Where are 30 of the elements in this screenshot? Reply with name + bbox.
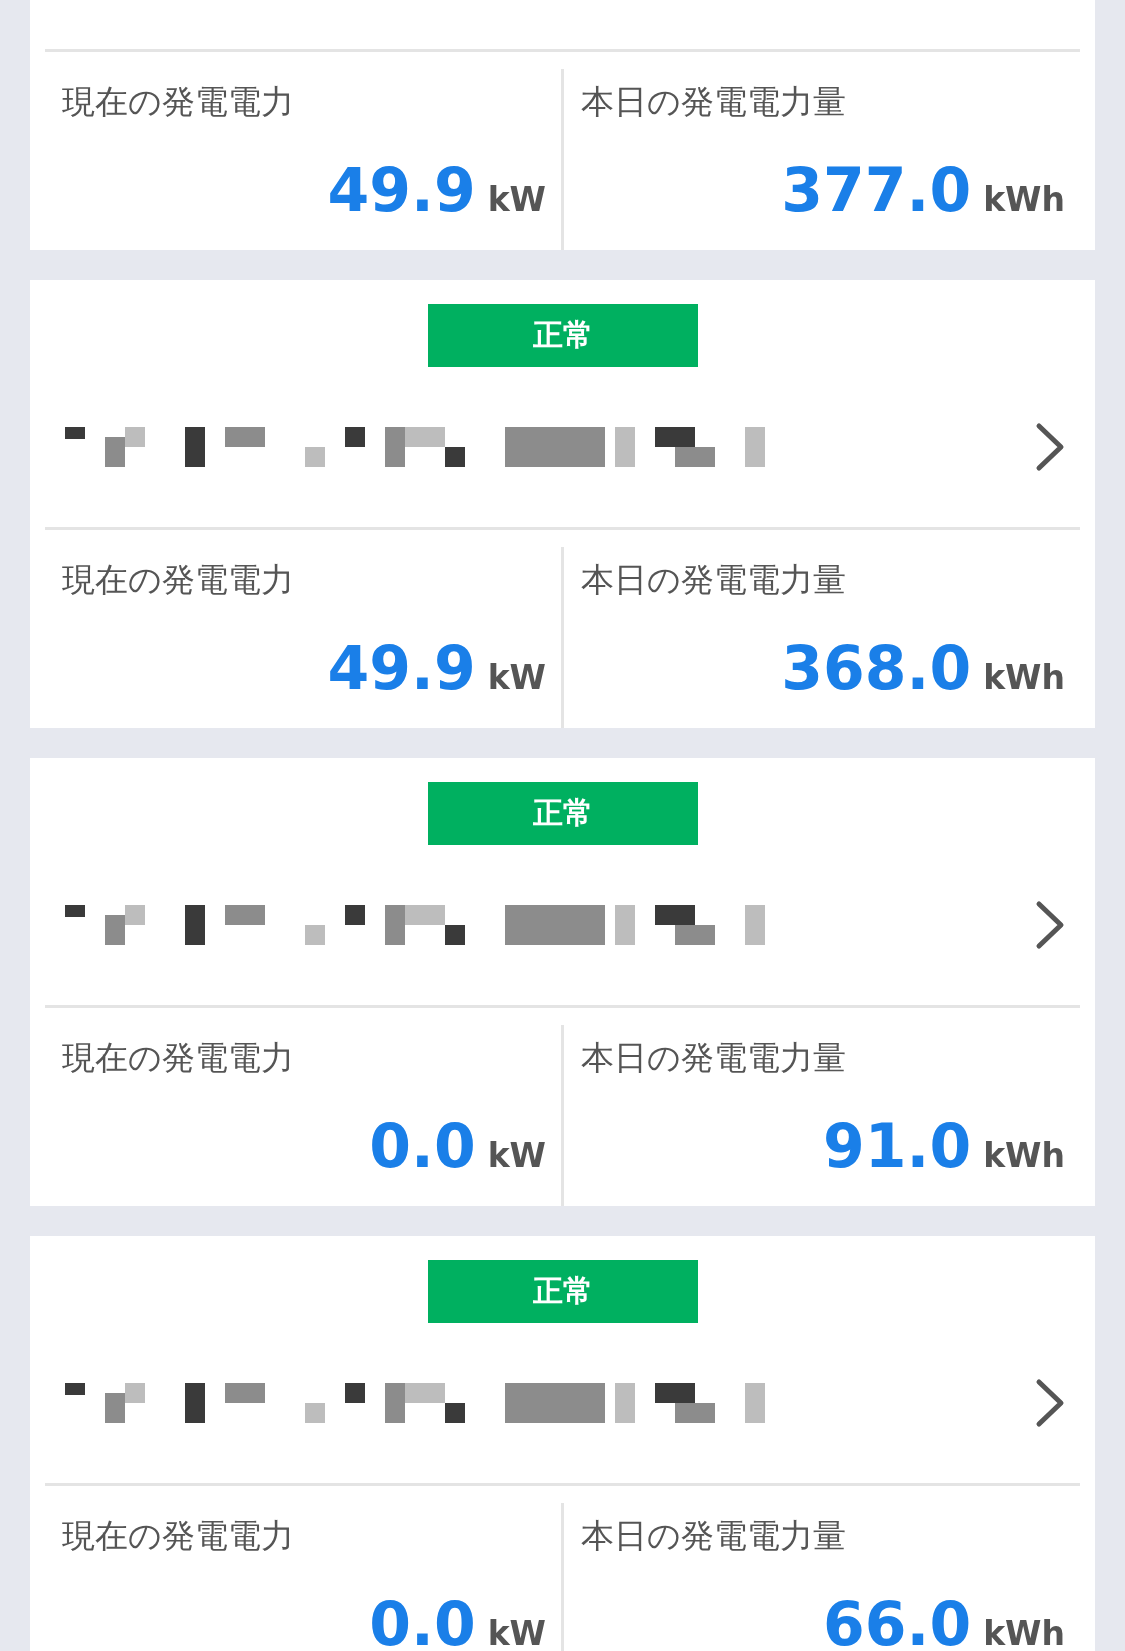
stat-label: 本日の発電電力量 bbox=[581, 559, 846, 601]
stat-value: 49.9 bbox=[327, 638, 476, 698]
stat-value: 0.0 bbox=[369, 1594, 476, 1651]
stat-label: 現在の発電電力 bbox=[62, 1037, 294, 1079]
stat-unit: kWh bbox=[983, 1614, 1065, 1651]
chevron-right-icon bbox=[1035, 900, 1065, 950]
stat-value: 91.0 bbox=[823, 1116, 972, 1176]
status-badge: 正常 bbox=[427, 1260, 698, 1323]
stat-unit: kW bbox=[487, 658, 546, 697]
stat-unit: kW bbox=[487, 1136, 546, 1175]
stat-unit: kWh bbox=[983, 658, 1065, 697]
chevron-right-icon bbox=[1035, 1378, 1065, 1428]
status-badge: 正常 bbox=[427, 782, 698, 845]
stat-value: 66.0 bbox=[823, 1594, 972, 1651]
stat-label: 本日の発電電力量 bbox=[581, 1037, 846, 1079]
chevron-right-icon bbox=[1035, 422, 1065, 472]
stat-label: 現在の発電電力 bbox=[62, 1515, 294, 1557]
stat-unit: kW bbox=[487, 1614, 546, 1651]
stat-value: 377.0 bbox=[781, 160, 972, 220]
stat-unit: kW bbox=[487, 180, 546, 219]
status-badge: 正常 bbox=[427, 304, 698, 367]
stat-value: 49.9 bbox=[327, 160, 476, 220]
stat-label: 現在の発電電力 bbox=[62, 559, 294, 601]
stat-label: 現在の発電電力 bbox=[62, 81, 294, 123]
stat-label: 本日の発電電力量 bbox=[581, 1515, 846, 1557]
stat-unit: kWh bbox=[983, 1136, 1065, 1175]
stat-value: 0.0 bbox=[369, 1116, 476, 1176]
stat-unit: kWh bbox=[983, 180, 1065, 219]
stat-label: 本日の発電電力量 bbox=[581, 81, 846, 123]
stat-value: 368.0 bbox=[781, 638, 972, 698]
